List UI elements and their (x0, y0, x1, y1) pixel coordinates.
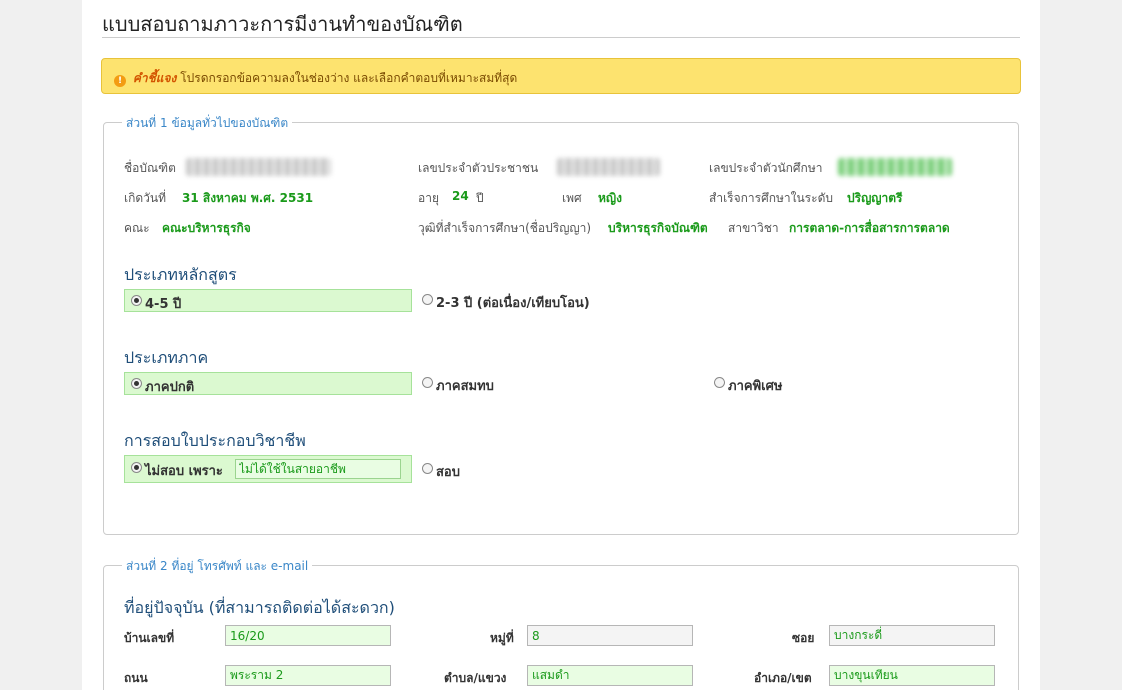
faculty-label: คณะ (124, 221, 150, 235)
radio-unselected[interactable] (422, 294, 433, 305)
title-divider (102, 37, 1020, 38)
age-value: 24 (452, 189, 469, 203)
citizen-id-label: เลขประจำตัวประชาชน (418, 161, 539, 175)
graduate-name-label: ชื่อบัณฑิต (124, 161, 176, 175)
major-value: การตลาด-การสื่อสารการตลาด (789, 221, 950, 235)
radio-selected[interactable] (131, 295, 142, 306)
section-general-info: ส่วนที่ 1 ข้อมูลทั่วไปของบัณฑิต ชื่อบัณฑ… (103, 114, 1019, 535)
license-option-not-taken[interactable]: ไม่สอบ เพราะ (124, 455, 412, 483)
degree-label: วุฒิที่สำเร็จการศึกษา(ชื่อปริญญา) (418, 221, 592, 235)
degree-value: บริหารธุรกิจบัณฑิต (608, 221, 708, 235)
education-level-label: สำเร็จการศึกษาในระดับ (709, 191, 833, 205)
program-option-regular[interactable]: ภาคปกติ (124, 372, 412, 395)
notice-title: คำชี้แจง (132, 71, 177, 85)
license-reason-input[interactable] (235, 459, 401, 479)
faculty-value: คณะบริหารธุรกิจ (162, 221, 251, 235)
notice-text: โปรดกรอกข้อความลงในช่องว่าง และเลือกคำตอ… (180, 71, 518, 85)
age-label: อายุ (418, 191, 439, 205)
citizen-id-redacted (557, 158, 660, 176)
option-label: ภาคสมทบ (436, 379, 494, 394)
radio-selected[interactable] (131, 462, 142, 473)
exclamation-icon: ! (114, 75, 126, 87)
option-label: 2-3 ปี (ต่อเนื่อง/เทียบโอน) (436, 296, 590, 311)
section2-legend: ส่วนที่ 2 ที่อยู่ โทรศัพท์ และ e-mail (122, 557, 313, 576)
student-id-redacted (838, 158, 952, 176)
curriculum-option-4-5-years[interactable]: 4-5 ปี (124, 289, 412, 312)
soi-input[interactable] (829, 625, 995, 646)
subdistrict-label: ตำบล/แขวง (444, 671, 507, 685)
radio-unselected[interactable] (422, 463, 433, 474)
section1-legend: ส่วนที่ 1 ข้อมูลทั่วไปของบัณฑิต (122, 114, 293, 133)
subdistrict-input[interactable] (527, 665, 693, 686)
district-label: อำเภอ/เขต (754, 671, 812, 685)
program-option-evening[interactable]: ภาคสมทบ (416, 372, 616, 395)
house-number-label: บ้านเลขที่ (124, 631, 175, 645)
gender-label: เพศ (562, 191, 582, 205)
house-number-input[interactable] (225, 625, 391, 646)
radio-unselected[interactable] (714, 377, 725, 388)
major-label: สาขาวิชา (728, 221, 779, 235)
education-level-value: ปริญญาตรี (847, 191, 903, 205)
address-heading: ที่อยู่ปัจจุบัน (ที่สามารถติดต่อได้สะดวก… (124, 598, 395, 617)
radio-selected[interactable] (131, 378, 142, 389)
program-heading: ประเภทภาค (124, 348, 209, 367)
license-heading: การสอบใบประกอบวิชาชีพ (124, 431, 306, 450)
curriculum-heading: ประเภทหลักสูตร (124, 265, 237, 284)
age-unit: ปี (476, 191, 484, 205)
option-label: 4-5 ปี (145, 297, 182, 312)
questionnaire-page: แบบสอบถามภาวะการมีงานทำของบัณฑิต ! คำชี้… (82, 0, 1040, 690)
road-label: ถนน (124, 671, 148, 685)
section-address-contact: ส่วนที่ 2 ที่อยู่ โทรศัพท์ และ e-mail ที… (103, 557, 1019, 690)
radio-unselected[interactable] (422, 377, 433, 388)
soi-label: ซอย (792, 631, 815, 645)
page-title: แบบสอบถามภาวะการมีงานทำของบัณฑิต (102, 12, 463, 36)
graduate-name-redacted (186, 158, 331, 176)
birth-date-label: เกิดวันที่ (124, 191, 167, 205)
moo-label: หมู่ที่ (490, 631, 514, 645)
instruction-notice: ! คำชี้แจง โปรดกรอกข้อความลงในช่องว่าง แ… (101, 58, 1021, 94)
option-label: ไม่สอบ เพราะ (145, 464, 223, 479)
birth-date-value: 31 สิงหาคม พ.ศ. 2531 (182, 191, 314, 205)
moo-input[interactable] (527, 625, 693, 646)
road-input[interactable] (225, 665, 391, 686)
district-input[interactable] (829, 665, 995, 686)
option-label: สอบ (436, 465, 460, 480)
program-option-special[interactable]: ภาคพิเศษ (708, 372, 908, 395)
license-option-taken[interactable]: สอบ (416, 458, 536, 481)
option-label: ภาคพิเศษ (728, 379, 783, 394)
gender-value: หญิง (598, 191, 622, 205)
option-label: ภาคปกติ (145, 380, 195, 395)
student-id-label: เลขประจำตัวนักศึกษา (709, 161, 823, 175)
curriculum-option-2-3-years[interactable]: 2-3 ปี (ต่อเนื่อง/เทียบโอน) (416, 289, 676, 312)
